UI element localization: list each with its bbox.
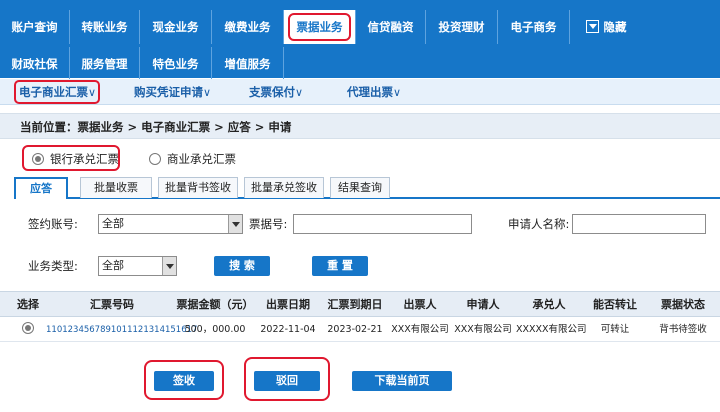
biz-type-select[interactable]: 全部 (98, 256, 177, 276)
collapse-icon (585, 20, 599, 33)
nav-finance-social[interactable]: 财政社保 (0, 47, 70, 81)
nav-payment[interactable]: 缴费业务 (212, 10, 284, 44)
submenu-check-guarantee-label: 支票保付 (249, 85, 295, 99)
radio-commercial-acceptance-label: 商业承兑汇票 (167, 152, 236, 166)
tab-response[interactable]: 应答 (14, 177, 68, 199)
reset-button[interactable]: 重 置 (312, 256, 368, 276)
radio-commercial-acceptance[interactable]: 商业承兑汇票 (149, 151, 236, 167)
nav-row-1: 账户查询 转账业务 现金业务 缴费业务 票据业务 信贷融资 投资理财 电子商务 … (0, 10, 642, 44)
cell-transferable: 可转让 (600, 324, 630, 335)
chevron-down-icon[interactable] (228, 215, 242, 233)
chevron-down-icon: ∨ (295, 86, 304, 99)
col-bill-no: 汇票号码 (90, 298, 134, 311)
col-acceptor: 承兑人 (532, 298, 566, 311)
bill-no-link[interactable]: 110123456789101112131415161​7 (46, 318, 197, 342)
cell-drawer: XXX有限公司 (391, 324, 449, 335)
cell-acceptor: XXXXX有限公司 (516, 324, 587, 335)
col-status: 票据状态 (661, 298, 705, 311)
cell-applicant: XXX有限公司 (454, 324, 512, 335)
search-button[interactable]: 搜 索 (214, 256, 270, 276)
table-row[interactable]: 110123456789101112131415161​7 500，000.00… (0, 318, 720, 342)
nav-transfer[interactable]: 转账业务 (70, 10, 140, 44)
highlight-box (244, 357, 330, 401)
top-nav: 账户查询 转账业务 现金业务 缴费业务 票据业务 信贷融资 投资理财 电子商务 … (0, 0, 720, 81)
col-drawer: 出票人 (403, 298, 437, 311)
submenu-agency-issue[interactable]: 代理出票∨ (347, 79, 401, 105)
submenu-agency-issue-label: 代理出票 (347, 85, 393, 99)
highlight-box (22, 145, 120, 171)
biz-type-label: 业务类型: (28, 259, 78, 273)
table-header: 选择 汇票号码 票据金额（元） 出票日期 汇票到期日 出票人 申请人 承兑人 能… (0, 291, 720, 317)
download-page-button[interactable]: 下载当前页 (352, 371, 452, 391)
nav-bill-business[interactable]: 票据业务 (284, 10, 356, 44)
bill-no-input[interactable] (293, 214, 472, 234)
account-label: 签约账号: (28, 217, 78, 231)
nav-investment[interactable]: 投资理财 (426, 10, 498, 44)
highlight-box (14, 80, 100, 104)
highlight-box (144, 360, 224, 400)
col-applicant: 申请人 (466, 298, 500, 311)
nav-cash[interactable]: 现金业务 (140, 10, 212, 44)
nav-service-mgmt[interactable]: 服务管理 (70, 47, 140, 81)
cell-due-date: 2023-02-21 (327, 324, 383, 335)
tab-bar: 应答 批量收票 批量背书签收 批量承兑签收 结果查询 (14, 177, 720, 199)
col-amount: 票据金额（元） (176, 298, 254, 311)
submenu-voucher[interactable]: 购买凭证申请∨ (134, 79, 211, 105)
radio-checked-icon[interactable] (22, 322, 34, 334)
radio-unchecked-icon[interactable] (149, 153, 161, 165)
nav-value-added[interactable]: 增值服务 (212, 47, 284, 81)
sub-menu: 电子商业汇票∨ 购买凭证申请∨ 支票保付∨ 代理出票∨ (0, 79, 720, 105)
chevron-down-icon: ∨ (203, 86, 212, 99)
tab-batch-receive[interactable]: 批量收票 (80, 177, 152, 198)
submenu-voucher-label: 购买凭证申请 (134, 85, 203, 99)
tab-batch-endorse[interactable]: 批量背书签收 (158, 177, 238, 198)
nav-hide-label: 隐藏 (603, 20, 627, 34)
row-select-radio[interactable] (8, 318, 48, 342)
col-due-date: 汇票到期日 (327, 298, 383, 311)
nav-ecommerce[interactable]: 电子商务 (498, 10, 570, 44)
highlight-box (288, 13, 351, 41)
col-transferable: 能否转让 (593, 298, 637, 311)
nav-special[interactable]: 特色业务 (140, 47, 212, 81)
nav-hide[interactable]: 隐藏 (570, 10, 642, 44)
cell-status: 背书待签收 (659, 324, 707, 335)
biz-type-select-value: 全部 (102, 259, 124, 272)
nav-row-2: 财政社保 服务管理 特色业务 增值服务 (0, 47, 284, 81)
account-select-value: 全部 (102, 217, 124, 230)
chevron-down-icon: ∨ (393, 86, 402, 99)
col-select: 选择 (17, 298, 39, 311)
tab-result-query[interactable]: 结果查询 (330, 177, 390, 198)
cell-issue-date: 2022-11-04 (260, 324, 316, 335)
nav-credit[interactable]: 信贷融资 (356, 10, 426, 44)
tab-batch-accept[interactable]: 批量承兑签收 (244, 177, 324, 198)
breadcrumb: 当前位置：票据业务 > 电子商业汇票 > 应答 > 申请 (0, 113, 720, 139)
applicant-label: 申请人名称: (508, 217, 570, 231)
submenu-check-guarantee[interactable]: 支票保付∨ (249, 79, 303, 105)
applicant-input[interactable] (572, 214, 706, 234)
chevron-down-icon[interactable] (162, 257, 176, 275)
cell-amount: 500，000.00 (184, 324, 246, 335)
bill-no-label: 票据号: (249, 217, 288, 231)
col-issue-date: 出票日期 (266, 298, 310, 311)
nav-account-query[interactable]: 账户查询 (0, 10, 70, 44)
account-select[interactable]: 全部 (98, 214, 243, 234)
